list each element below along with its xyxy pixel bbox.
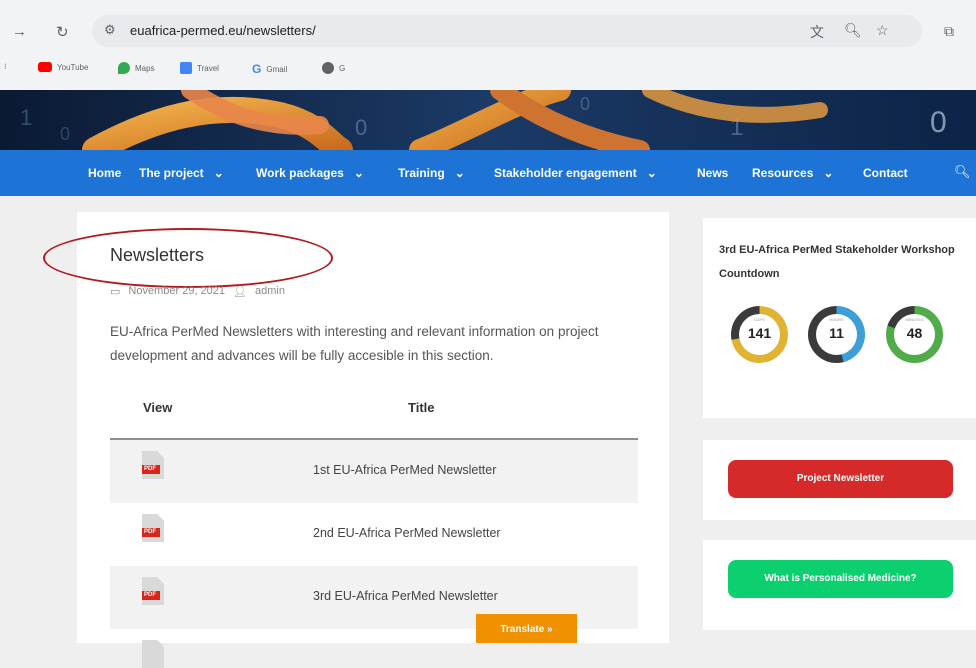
countdown-value: 141 [747,325,772,341]
nav-stakeholder-engagement[interactable]: Stakeholder engagement ⌄ [494,166,657,180]
nav-home[interactable]: Home [88,166,121,180]
personalised-medicine-button[interactable]: What is Personalised Medicine? [728,560,953,598]
bookmark-other[interactable]: G [322,62,345,74]
newsletter-title[interactable]: 2nd EU-Africa PerMed Newsletter [313,526,501,540]
search-icon[interactable]: 🔍︎ [954,164,971,180]
youtube-icon [38,62,52,72]
bookmark-label: Gmail [266,64,288,74]
chevron-down-icon: ⌄ [823,166,834,180]
nav-the-project[interactable]: The project ⌄ [139,166,224,180]
svg-text:0: 0 [355,115,367,140]
main-nav: Home The project ⌄ Work packages ⌄ Train… [0,150,976,196]
post-date: November 29, 2021 [128,285,226,297]
nav-label: Home [88,166,122,180]
countdown-title: 3rd EU-Africa PerMed Stakeholder Worksho… [719,244,955,280]
countdown-value: 48 [906,325,923,341]
apps-icon[interactable]: ⁝ [4,62,7,71]
project-newsletter-button[interactable]: Project Newsletter [728,460,953,498]
highlight-ellipse [43,228,333,288]
nav-label: Training [398,166,445,180]
nav-label: The project [139,166,204,180]
bookmark-travel[interactable]: Travel [180,62,219,74]
zoom-icon[interactable]: 🔍︎ [844,22,862,39]
bookmark-label: Maps [135,63,155,73]
hero-banner: 1 0 0 0 0 1 0 [0,90,976,150]
reload-icon[interactable]: ↻ [56,23,69,41]
address-bar[interactable]: ⚙ euafrica-permed.eu/newsletters/ 文 🔍︎ ☆ [92,15,922,47]
countdown-minutes: MINUTES 48 [886,306,943,363]
bookmark-gmail[interactable]: G Gmail [252,62,287,76]
chevron-down-icon: ⌄ [646,166,657,180]
address-row: → ↻ ⚙ euafrica-permed.eu/newsletters/ 文 … [0,14,976,50]
countdown-value: 11 [829,325,844,341]
nav-label: Work packages [256,166,344,180]
nav-resources[interactable]: Resources ⌄ [752,166,833,180]
pdf-icon[interactable]: PDF [142,514,164,542]
bookmark-label: G [339,63,346,73]
chevron-down-icon: ⌄ [213,166,224,180]
table-header-view: View [143,400,173,415]
nav-training[interactable]: Training ⌄ [398,166,465,180]
svg-text:1: 1 [20,105,32,130]
travel-icon [180,62,192,74]
newsletter-title[interactable]: 3rd EU-Africa PerMed Newsletter [313,589,498,603]
nav-label: Stakeholder engagement [494,166,637,180]
svg-text:0: 0 [60,124,70,144]
newsletter-title[interactable]: 1st EU-Africa PerMed Newsletter [313,463,496,477]
bookmark-youtube[interactable]: YouTube [38,62,88,72]
dna-banner-image: 1 0 0 0 0 1 0 [0,90,976,150]
pdf-label: PDF [142,591,160,600]
nav-news[interactable]: News [697,166,728,180]
site-settings-icon[interactable]: ⚙ [104,22,116,38]
bookmark-star-icon[interactable]: ☆ [876,22,889,39]
pdf-icon[interactable] [142,640,164,668]
nav-contact[interactable]: Contact [863,166,908,180]
chevron-down-icon: ⌄ [454,166,465,180]
forward-icon[interactable]: → [12,23,27,40]
bookmarks-bar: ⁝ YouTube Maps Travel G Gmail G [0,56,976,82]
browser-chrome: → ↻ ⚙ euafrica-permed.eu/newsletters/ 文 … [0,0,976,90]
translate-button[interactable]: Translate » [476,614,577,643]
google-icon: G [252,62,262,76]
bookmark-label: YouTube [57,62,89,72]
pdf-icon[interactable]: PDF [142,577,164,605]
extensions-icon[interactable]: ⧉ [944,23,954,40]
pdf-icon[interactable]: PDF [142,451,164,479]
translate-page-icon[interactable]: 文 [810,22,824,42]
nav-label: Resources [752,166,814,180]
calendar-icon: ▭ [110,286,121,298]
intro-text: EU-Africa PerMed Newsletters with intere… [110,324,599,363]
pdf-label: PDF [142,528,160,537]
countdown-days: DAYS 141 [731,306,788,363]
bookmark-maps[interactable]: Maps [118,62,155,74]
svg-text:0: 0 [580,94,590,114]
globe-icon [322,62,334,74]
post-meta: ▭ November 29, 2021 👤︎ admin [110,285,285,298]
table-row: PDF 2nd EU-Africa PerMed Newsletter [110,503,638,566]
nav-work-packages[interactable]: Work packages ⌄ [256,166,364,180]
nav-label: News [697,166,729,180]
chevron-down-icon: ⌄ [353,166,364,180]
pdf-label: PDF [142,465,160,474]
post-author[interactable]: admin [255,285,285,298]
countdown-unit: HOURS [829,317,844,322]
nav-label: Contact [863,166,908,180]
maps-icon [118,62,130,74]
countdown-hours: HOURS 11 [808,306,865,363]
table-row: PDF 1st EU-Africa PerMed Newsletter [110,440,638,503]
user-icon: 👤︎ [233,286,247,298]
url-text[interactable]: euafrica-permed.eu/newsletters/ [130,23,316,38]
countdown-unit: MINUTES [905,317,924,322]
bookmark-label: Travel [197,63,219,73]
countdown-unit: DAYS [754,317,765,322]
svg-text:0: 0 [930,106,947,139]
table-header-title: Title [408,400,435,415]
